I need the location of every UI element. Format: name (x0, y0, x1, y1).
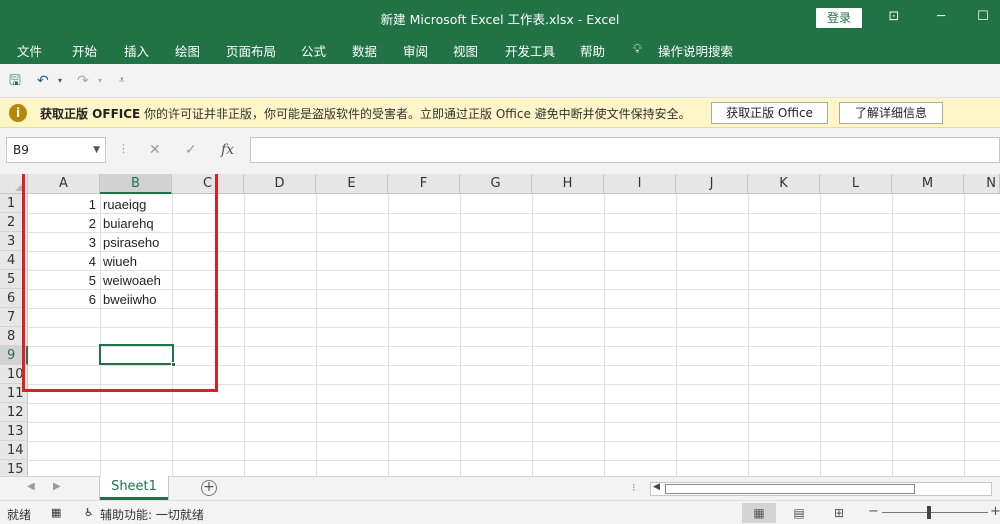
tell-me-search[interactable]: 操作说明搜索 (658, 41, 733, 60)
ribbon-display-icon[interactable]: ⊡ (881, 6, 907, 28)
gridline (748, 194, 749, 476)
add-sheet-icon[interactable]: + (201, 480, 217, 496)
sheet-tab-sheet1[interactable]: Sheet1 (100, 476, 168, 500)
column-header-d[interactable]: D (244, 174, 316, 194)
tab-page-layout[interactable]: 页面布局 (226, 41, 276, 60)
scroll-left-icon[interactable]: ◀ (653, 482, 660, 492)
maximize-icon[interactable]: ☐ (970, 6, 996, 28)
gridline (820, 194, 821, 476)
tab-data[interactable]: 数据 (352, 41, 377, 60)
row-header-15[interactable]: 15 (0, 460, 28, 476)
save-icon[interactable]: 🖫 (9, 73, 21, 89)
license-infobar: i 获取正版 OFFICE 你的许可证并非正版，你可能是盗版软件的受害者。立即通… (0, 98, 1000, 128)
zoom-in-icon[interactable]: + (990, 504, 1000, 519)
gridline (28, 403, 1000, 404)
horizontal-scrollbar[interactable]: ◀ (650, 482, 992, 496)
info-icon: i (9, 104, 27, 122)
learn-more-button[interactable]: 了解详细信息 (839, 102, 943, 124)
customize-icon[interactable]: ⩡ (119, 73, 125, 89)
zoom-slider[interactable] (882, 512, 988, 513)
gridline (28, 422, 1000, 423)
enter-icon[interactable]: ✓ (185, 142, 197, 158)
infobar-message: 你的许可证并非正版，你可能是盗版软件的受害者。立即通过正版 Office 避免中… (144, 107, 691, 121)
gridline (532, 194, 533, 476)
undo-dropdown-icon[interactable]: ▾ (58, 73, 62, 89)
accessibility-icon[interactable]: ♿ (84, 506, 94, 519)
tab-view[interactable]: 视图 (453, 41, 478, 60)
tab-home[interactable]: 开始 (72, 41, 97, 60)
worksheet-grid[interactable]: A B C D E F G H I J K L M N 1 2 3 4 5 6 … (0, 174, 1000, 476)
minimize-icon[interactable]: ─ (928, 6, 954, 28)
row-header-14[interactable]: 14 (0, 441, 28, 460)
infobar-title: 获取正版 OFFICE (40, 107, 141, 121)
tab-developer[interactable]: 开发工具 (505, 41, 555, 60)
gridline (316, 194, 317, 476)
column-header-g[interactable]: G (460, 174, 532, 194)
gridline (964, 194, 965, 476)
red-highlight-box (22, 174, 218, 392)
normal-view-icon[interactable]: ▦ (742, 503, 776, 523)
quick-access-toolbar: 🖫 ↶ ▾ ↷ ▾ ⩡ (0, 64, 1000, 98)
sheet-next-icon[interactable]: ▶ (53, 481, 61, 492)
page-break-view-icon[interactable]: ⊞ (822, 503, 856, 523)
get-genuine-office-button[interactable]: 获取正版 Office (711, 102, 828, 124)
more-icon: ⋮ (118, 142, 129, 155)
tab-help[interactable]: 帮助 (580, 41, 605, 60)
accessibility-status[interactable]: 辅助功能: 一切就绪 (100, 506, 204, 523)
column-header-k[interactable]: K (748, 174, 820, 194)
gridline (676, 194, 677, 476)
tab-file[interactable]: 文件 (17, 41, 42, 60)
gridline (604, 194, 605, 476)
column-header-n[interactable]: N (964, 174, 1000, 194)
scrollbar-thumb[interactable] (665, 484, 915, 494)
row-header-12[interactable]: 12 (0, 403, 28, 422)
undo-icon[interactable]: ↶ (37, 73, 49, 89)
gridline (28, 441, 1000, 442)
row-header-13[interactable]: 13 (0, 422, 28, 441)
status-bar: 就绪 ▦ ♿ 辅助功能: 一切就绪 ▦ ▤ ⊞ − + (0, 500, 1000, 524)
tab-formulas[interactable]: 公式 (301, 41, 326, 60)
cancel-icon[interactable]: ✕ (149, 142, 161, 158)
gridline (460, 194, 461, 476)
column-header-j[interactable]: J (676, 174, 748, 194)
column-header-m[interactable]: M (892, 174, 964, 194)
sheet-tab-bar: ◀ ▶ Sheet1 + ⁝ ◀ (0, 476, 1000, 500)
zoom-out-icon[interactable]: − (868, 504, 879, 519)
title-bar: 新建 Microsoft Excel 工作表.xlsx - Excel 登录 ⊡… (0, 0, 1000, 34)
column-header-e[interactable]: E (316, 174, 388, 194)
page-layout-view-icon[interactable]: ▤ (782, 503, 816, 523)
column-header-i[interactable]: I (604, 174, 676, 194)
name-box[interactable]: B9 ▼ (6, 137, 106, 163)
name-box-value: B9 (13, 143, 29, 157)
tab-draw[interactable]: 绘图 (175, 41, 200, 60)
tab-insert[interactable]: 插入 (124, 41, 149, 60)
gridline (892, 194, 893, 476)
scroll-splitter-icon[interactable]: ⁝ (632, 481, 636, 494)
chevron-down-icon[interactable]: ▼ (93, 138, 100, 162)
tab-review[interactable]: 审阅 (403, 41, 428, 60)
zoom-slider-thumb[interactable] (927, 506, 931, 519)
formula-bar: B9 ▼ ⋮ ✕ ✓ fx (0, 128, 1000, 174)
column-header-f[interactable]: F (388, 174, 460, 194)
redo-dropdown-icon[interactable]: ▾ (98, 73, 102, 89)
formula-input[interactable] (250, 137, 1000, 163)
column-header-l[interactable]: L (820, 174, 892, 194)
ribbon-tabs: 文件 开始 插入 绘图 页面布局 公式 数据 审阅 视图 开发工具 帮助 💡︎ … (0, 34, 1000, 64)
gridline (244, 194, 245, 476)
redo-icon[interactable]: ↷ (77, 73, 89, 89)
sheet-prev-icon[interactable]: ◀ (27, 481, 35, 492)
column-header-h[interactable]: H (532, 174, 604, 194)
macro-record-icon[interactable]: ▦ (51, 506, 61, 519)
lightbulb-icon[interactable]: 💡︎ (633, 41, 642, 57)
insert-function-icon[interactable]: fx (221, 142, 234, 158)
login-button[interactable]: 登录 (816, 8, 862, 28)
status-ready: 就绪 (7, 508, 32, 522)
gridline (388, 194, 389, 476)
gridline (28, 460, 1000, 461)
